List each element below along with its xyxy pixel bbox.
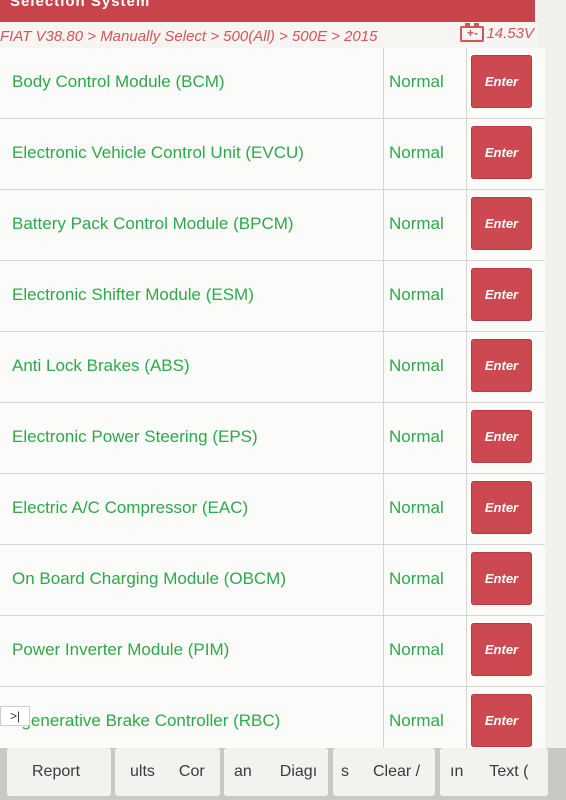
enter-button[interactable]: Enter (471, 410, 532, 463)
module-name: Power Inverter Module (PIM) (12, 640, 230, 659)
module-row: Electronic Shifter Module (ESM) Normal Ent… (0, 261, 545, 332)
enter-button[interactable]: Enter (471, 481, 532, 534)
module-name: Electronic Power Steering (EPS) (12, 427, 258, 446)
status-cell: Normal (383, 261, 467, 331)
breadcrumb-bar: FIAT V38.80 > Manually Select > 500(All)… (0, 22, 538, 49)
module-row: Battery Pack Control Module (BPCM) Normal… (0, 190, 545, 261)
status-cell: Normal (383, 403, 467, 473)
module-status: Normal (389, 498, 444, 517)
expand-button[interactable]: >| (0, 706, 30, 726)
module-table: Body Control Module (BCM) Normal Enter Elec… (0, 48, 545, 758)
module-status: Normal (389, 214, 444, 233)
module-name: Anti Lock Brakes (ABS) (12, 356, 190, 375)
breadcrumb: FIAT V38.80 > Manually Select > 500(All)… (0, 28, 378, 45)
module-status: Normal (389, 427, 444, 446)
module-row: Power Inverter Module (PIM) Normal Enter (0, 616, 545, 687)
text-tab[interactable]: ın Text ( (440, 748, 548, 796)
enter-button[interactable]: Enter (471, 268, 532, 321)
module-name: Body Control Module (BCM) (12, 72, 225, 91)
module-row: Electric A/C Compressor (EAC) Normal Enter (0, 474, 545, 545)
enter-button[interactable]: Enter (471, 694, 532, 747)
module-name: On Board Charging Module (OBCM) (12, 569, 287, 588)
s-tab-label: s (341, 763, 349, 780)
battery-icon: +- (460, 22, 485, 42)
module-name: egenerative Brake Controller (RBC) (12, 711, 281, 730)
results-tab[interactable]: ults Cor (115, 748, 220, 796)
module-row: Body Control Module (BCM) Normal Enter (0, 48, 545, 119)
enter-button[interactable]: Enter (471, 55, 532, 108)
status-cell: Normal (383, 545, 467, 615)
module-name: Electronic Vehicle Control Unit (EVCU) (12, 143, 304, 162)
status-cell: Normal (383, 687, 467, 757)
battery-voltage: 14.53V (486, 25, 534, 42)
status-cell: Normal (383, 474, 467, 544)
module-row: Electronic Power Steering (EPS) Normal Ent… (0, 403, 545, 474)
module-status: Normal (389, 640, 444, 659)
clear-tab-label: Clear / (373, 763, 421, 780)
report-tab[interactable]: Report (7, 748, 111, 796)
module-name: Electric A/C Compressor (EAC) (12, 498, 249, 517)
module-name: Electronic Shifter Module (ESM) (12, 285, 254, 304)
text-tab-label: Text ( (489, 763, 529, 780)
status-cell: Normal (383, 190, 467, 260)
module-status: Normal (389, 285, 444, 304)
status-cell: Normal (383, 332, 467, 402)
module-status: Normal (389, 356, 444, 375)
status-cell: Normal (383, 616, 467, 686)
an-tab-label: an (234, 763, 252, 780)
module-row: Anti Lock Brakes (ABS) Normal Enter (0, 332, 545, 403)
diagnose-tab[interactable]: an Diagı (224, 748, 328, 796)
enter-button[interactable]: Enter (471, 339, 532, 392)
diag-tab-label: Diagı (279, 763, 318, 780)
module-row: On Board Charging Module (OBCM) Normal Ent… (0, 545, 545, 616)
status-cell: Normal (383, 48, 467, 118)
battery-status: +- 14.53V (460, 22, 534, 42)
status-cell: Normal (383, 119, 467, 189)
title-bar: Selection System (0, 0, 535, 22)
enter-button[interactable]: Enter (471, 197, 532, 250)
in-tab-label: ın (450, 763, 464, 780)
clear-tab[interactable]: s Clear / (333, 748, 435, 796)
module-status: Normal (389, 711, 444, 730)
enter-button[interactable]: Enter (471, 552, 532, 605)
module-row: Electronic Vehicle Control Unit (EVCU) No… (0, 119, 545, 190)
module-status: Normal (389, 72, 444, 91)
bottom-toolbar: Report ults Cor an Diagı s Clear / ın Te… (0, 748, 566, 800)
module-name: Battery Pack Control Module (BPCM) (12, 214, 294, 233)
results-tab-label: ults (130, 763, 155, 780)
enter-button[interactable]: Enter (471, 126, 532, 179)
page-title: Selection System (10, 0, 151, 10)
enter-button[interactable]: Enter (471, 623, 532, 676)
module-status: Normal (389, 143, 444, 162)
module-status: Normal (389, 569, 444, 588)
cor-tab-label: Cor (178, 763, 205, 780)
